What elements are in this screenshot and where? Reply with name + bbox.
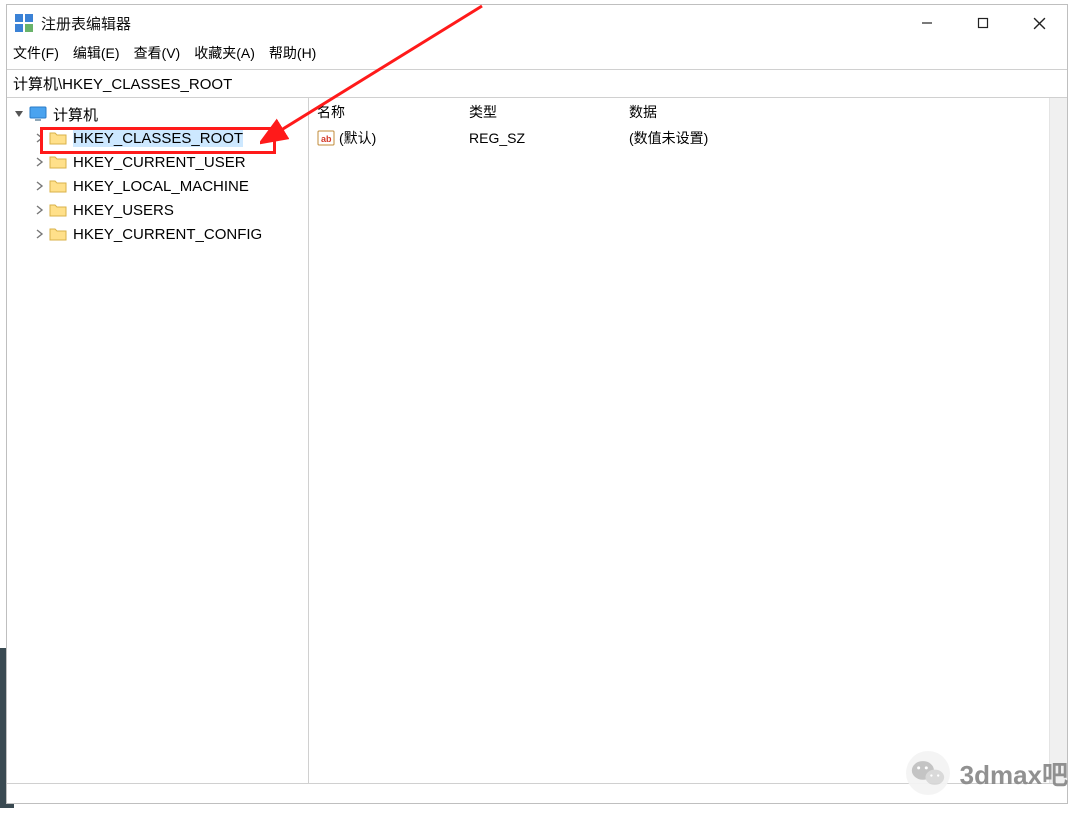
content-area: 计算机 HKEY_CLASSES_ROOT HKEY_CURRENT_USER — [7, 98, 1067, 783]
tree-item-label: HKEY_CLASSES_ROOT — [73, 130, 243, 147]
tree-item-hku[interactable]: HKEY_USERS — [27, 198, 308, 222]
chevron-down-icon[interactable] — [11, 106, 27, 122]
folder-icon — [49, 178, 67, 194]
menubar: 文件(F) 编辑(E) 查看(V) 收藏夹(A) 帮助(H) — [7, 41, 1067, 69]
regedit-window: 注册表编辑器 文件(F) 编辑(E) 查看(V) 收藏夹(A) 帮助(H) 计算… — [6, 4, 1068, 804]
chevron-right-icon[interactable] — [31, 130, 47, 146]
close-button[interactable] — [1011, 5, 1067, 41]
folder-icon — [49, 154, 67, 170]
tree-item-label: HKEY_USERS — [73, 202, 174, 219]
titlebar-left: 注册表编辑器 — [15, 13, 131, 34]
watermark: 3dmax吧 — [906, 751, 1068, 795]
menu-help[interactable]: 帮助(H) — [269, 43, 316, 63]
watermark-text: 3dmax吧 — [960, 755, 1068, 792]
maximize-button[interactable] — [955, 5, 1011, 41]
tree-pane[interactable]: 计算机 HKEY_CLASSES_ROOT HKEY_CURRENT_USER — [7, 98, 309, 783]
tree-item-hkcu[interactable]: HKEY_CURRENT_USER — [27, 150, 308, 174]
col-header-name[interactable]: 名称 — [309, 102, 469, 122]
tree-item-hklm[interactable]: HKEY_LOCAL_MACHINE — [27, 174, 308, 198]
tree-item-label: HKEY_CURRENT_CONFIG — [73, 226, 262, 243]
value-type: REG_SZ — [469, 130, 629, 146]
tree-root-row[interactable]: 计算机 — [7, 102, 308, 126]
values-pane: 名称 类型 数据 ab (默认) REG_SZ (数值未设置) — [309, 98, 1067, 783]
vertical-scrollbar[interactable] — [1049, 98, 1067, 783]
chevron-right-icon[interactable] — [31, 178, 47, 194]
string-value-icon: ab — [317, 129, 335, 147]
folder-icon — [49, 130, 67, 146]
window-title: 注册表编辑器 — [41, 13, 131, 34]
col-header-type[interactable]: 类型 — [469, 102, 629, 122]
chevron-right-icon[interactable] — [31, 202, 47, 218]
app-icon — [15, 14, 33, 32]
col-header-data[interactable]: 数据 — [629, 102, 1067, 122]
menu-edit[interactable]: 编辑(E) — [73, 43, 120, 63]
tree-item-hkcr[interactable]: HKEY_CLASSES_ROOT — [27, 126, 308, 150]
menu-file[interactable]: 文件(F) — [13, 43, 59, 63]
chevron-right-icon[interactable] — [31, 154, 47, 170]
value-data: (数值未设置) — [629, 128, 1067, 148]
window-controls — [899, 5, 1067, 41]
list-row[interactable]: ab (默认) REG_SZ (数值未设置) — [309, 126, 1067, 150]
wechat-icon — [906, 751, 950, 795]
chevron-right-icon[interactable] — [31, 226, 47, 242]
tree-item-hkcc[interactable]: HKEY_CURRENT_CONFIG — [27, 222, 308, 246]
svg-text:ab: ab — [321, 134, 332, 144]
computer-icon — [29, 106, 47, 122]
tree-item-label: HKEY_LOCAL_MACHINE — [73, 178, 249, 195]
titlebar: 注册表编辑器 — [7, 5, 1067, 41]
tree-item-label: HKEY_CURRENT_USER — [73, 154, 246, 171]
value-name: (默认) — [339, 128, 376, 148]
menu-view[interactable]: 查看(V) — [134, 43, 181, 63]
minimize-button[interactable] — [899, 5, 955, 41]
list-header: 名称 类型 数据 — [309, 98, 1067, 126]
folder-icon — [49, 202, 67, 218]
folder-icon — [49, 226, 67, 242]
menu-favorites[interactable]: 收藏夹(A) — [194, 43, 255, 63]
tree-root-label: 计算机 — [53, 104, 98, 125]
address-bar[interactable]: 计算机\HKEY_CLASSES_ROOT — [7, 69, 1067, 98]
